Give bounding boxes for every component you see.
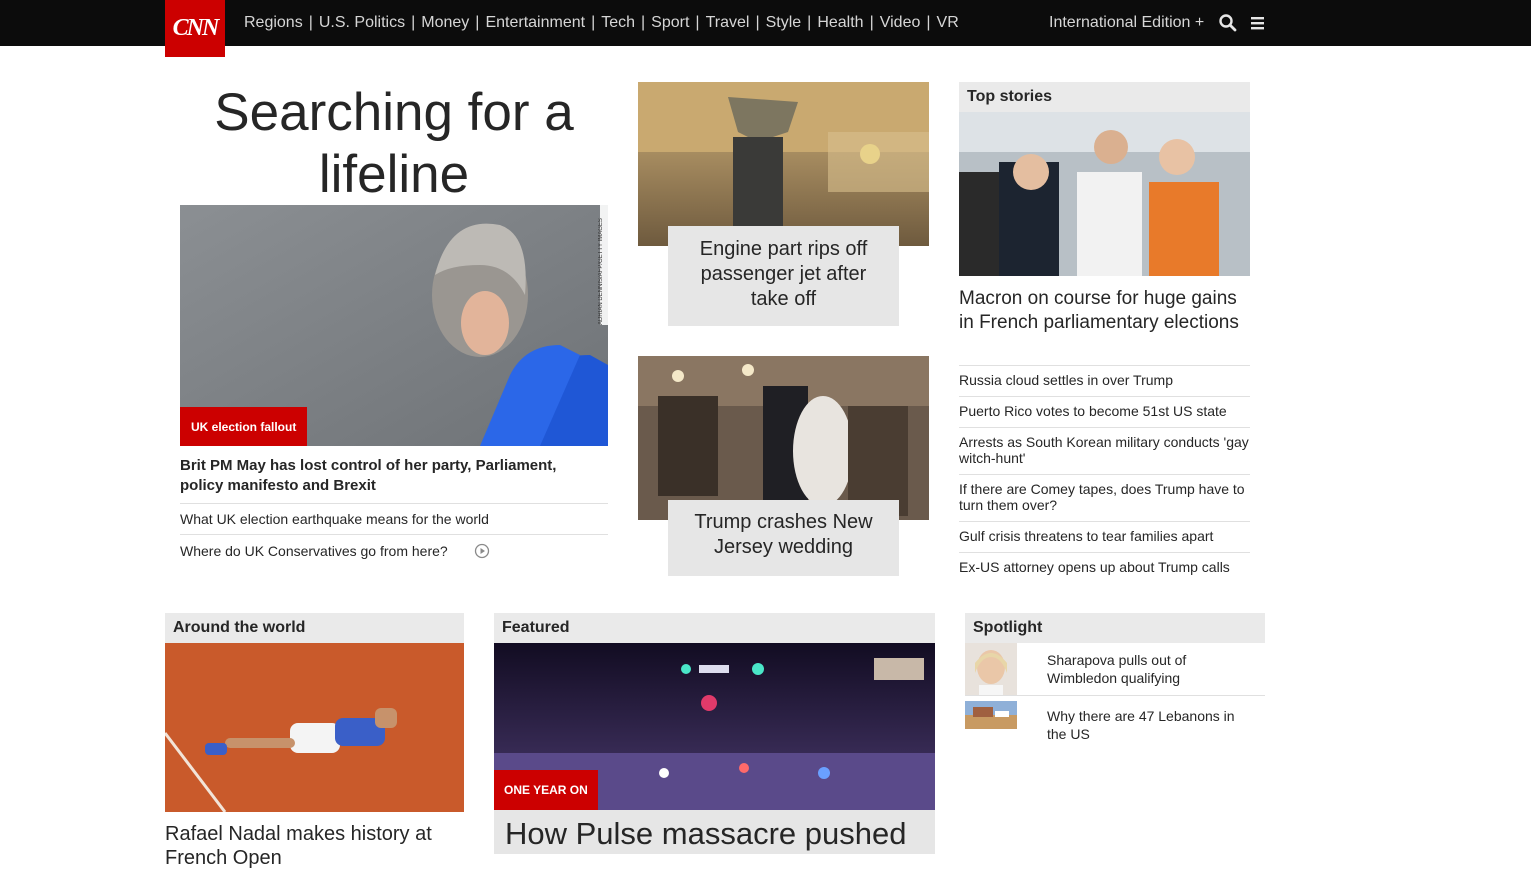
nav-us-politics[interactable]: U.S. Politics [319, 14, 405, 32]
engine-story-caption[interactable]: Engine part rips off passenger jet after… [668, 226, 899, 326]
nav-regions[interactable]: Regions [244, 14, 303, 32]
top-stories-heading: Top stories [959, 82, 1250, 112]
nav-sport[interactable]: Sport [651, 14, 689, 32]
nav-tech[interactable]: Tech [601, 14, 635, 32]
top-story-item[interactable]: Ex-US attorney opens up about Trump call… [959, 552, 1250, 583]
play-video-icon[interactable] [474, 543, 490, 562]
wedding-story-caption[interactable]: Trump crashes New Jersey wedding [668, 500, 899, 576]
top-navigation-bar: Regions | U.S. Politics | Money | Entertain… [0, 0, 1531, 46]
macron-story-image[interactable] [959, 112, 1250, 276]
lead-kicker[interactable]: UK election fallout [180, 407, 308, 446]
engine-story-image[interactable] [638, 82, 929, 246]
lead-title[interactable]: Brit PM May has lost control of her part… [180, 456, 600, 496]
lead-headline[interactable]: Searching for a lifeline [180, 82, 608, 206]
top-story-item[interactable]: Puerto Rico votes to become 51st US stat… [959, 396, 1250, 427]
top-story-item[interactable]: Gulf crisis threatens to tear families a… [959, 521, 1250, 552]
nav-entertainment[interactable]: Entertainment [485, 14, 585, 32]
spotlight-item-text[interactable]: Sharapova pulls out of Wimbledon qualify… [1047, 651, 1257, 687]
top-story-item[interactable]: Russia cloud settles in over Trump [959, 365, 1250, 396]
top-story-main-title[interactable]: Macron on course for huge gains in Frenc… [959, 287, 1239, 335]
edition-selector[interactable]: International Edition + [1049, 14, 1204, 32]
nadal-story-title[interactable]: Rafael Nadal makes history at French Ope… [165, 822, 465, 870]
lead-link-1[interactable]: What UK election earthquake means for th… [180, 503, 608, 535]
nav-health[interactable]: Health [817, 14, 863, 32]
nav-style[interactable]: Style [766, 14, 802, 32]
lebanon-thumbnail[interactable] [965, 701, 1017, 729]
main-nav: Regions | U.S. Politics | Money | Entertain… [244, 14, 959, 32]
featured-heading: Featured [494, 613, 935, 643]
lead-link-text[interactable]: What UK election earthquake means for th… [180, 511, 489, 527]
nav-travel[interactable]: Travel [706, 14, 750, 32]
featured-kicker[interactable]: ONE YEAR ON [494, 770, 598, 810]
around-the-world-heading: Around the world [165, 613, 464, 643]
spotlight-item[interactable]: Why there are 47 Lebanons in the US [965, 699, 1265, 751]
top-story-item[interactable]: Arrests as South Korean military conduct… [959, 427, 1250, 474]
nadal-story-image[interactable] [165, 643, 464, 812]
spotlight-heading: Spotlight [965, 613, 1265, 643]
sharapova-thumbnail[interactable] [965, 643, 1017, 695]
nav-money[interactable]: Money [421, 14, 469, 32]
pulse-story-title[interactable]: How Pulse massacre pushed [505, 816, 930, 852]
lead-link-text[interactable]: Where do UK Conservatives go from here? [180, 543, 448, 559]
nav-vr[interactable]: VR [937, 14, 959, 32]
search-icon[interactable] [1218, 13, 1238, 33]
lead-link-2[interactable]: Where do UK Conservatives go from here? [180, 534, 608, 566]
spotlight-item[interactable]: Sharapova pulls out of Wimbledon qualify… [965, 643, 1265, 696]
hamburger-menu-icon[interactable] [1249, 13, 1269, 33]
spotlight-item-text[interactable]: Why there are 47 Lebanons in the US [1047, 707, 1257, 743]
image-credit: ADRIAN DENNIS/AFP/GETTY IMAGES [598, 218, 604, 325]
wedding-story-image[interactable] [638, 356, 929, 520]
lead-image[interactable]: ADRIAN DENNIS/AFP/GETTY IMAGES UK electi… [180, 205, 608, 446]
nav-video[interactable]: Video [880, 14, 921, 32]
top-story-item[interactable]: If there are Comey tapes, does Trump hav… [959, 474, 1250, 521]
pulse-story-image[interactable]: ONE YEAR ON [494, 643, 935, 810]
cnn-logo[interactable]: CNN [165, 0, 225, 57]
